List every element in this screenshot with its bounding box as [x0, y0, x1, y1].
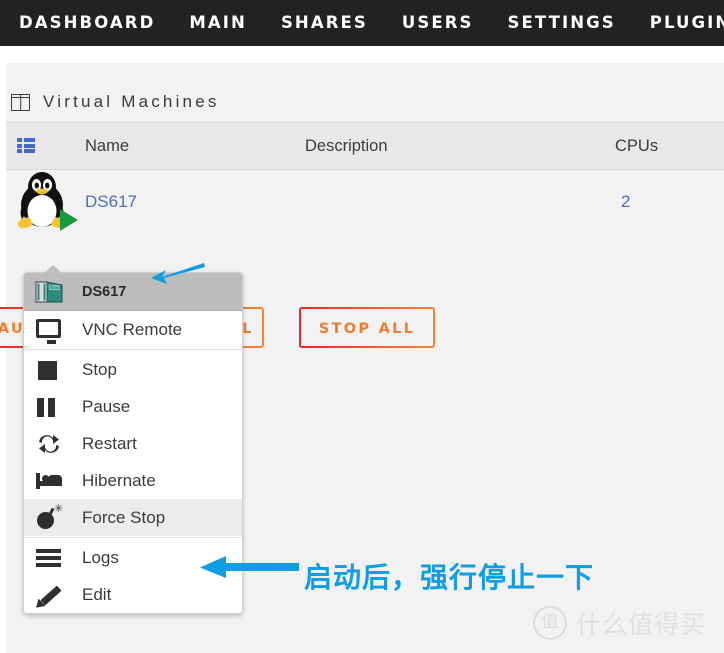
page-title-text: Virtual Machines	[43, 92, 220, 111]
menu-item-hibernate[interactable]: Hibernate	[24, 462, 242, 499]
vm-cpus-value[interactable]: 2	[621, 192, 630, 212]
bed-icon	[32, 468, 68, 494]
menu-separator	[24, 537, 242, 538]
list-view-icon[interactable]	[17, 138, 35, 153]
column-header-cpus[interactable]: CPUs	[615, 123, 658, 169]
column-header-description[interactable]: Description	[305, 123, 388, 169]
arrow-left-icon	[146, 261, 206, 296]
menu-item-label: Restart	[82, 433, 137, 453]
context-menu-header: libvirt DS617	[24, 273, 242, 311]
table-row[interactable]: DS617 2	[6, 169, 724, 237]
menu-item-force-stop[interactable]: ✳ Force Stop	[24, 499, 242, 536]
menu-item-restart[interactable]: Restart	[24, 425, 242, 462]
page-body: Virtual Machines Name Description CPUs D…	[0, 46, 724, 653]
vm-panel: Virtual Machines Name Description CPUs D…	[0, 63, 724, 653]
top-navigation-bar: DASHBOARD MAIN SHARES USERS SETTINGS PLU…	[0, 0, 724, 46]
arrow-left-icon	[196, 553, 301, 588]
column-header-name[interactable]: Name	[85, 123, 129, 169]
svg-text:libvirt: libvirt	[50, 285, 62, 290]
menu-item-pause[interactable]: Pause	[24, 388, 242, 425]
watermark-text: 什么值得买	[575, 610, 706, 639]
panel-icon	[11, 93, 30, 111]
nav-item-dashboard[interactable]: DASHBOARD	[2, 0, 172, 46]
menu-item-label: Hibernate	[82, 470, 156, 490]
menu-item-stop[interactable]: Stop	[24, 351, 242, 388]
menu-separator	[24, 349, 242, 350]
stop-all-button[interactable]: STOP ALL	[299, 307, 435, 348]
menu-item-label: Pause	[82, 396, 131, 416]
nav-item-main[interactable]: MAIN	[172, 0, 264, 46]
stop-square-icon	[32, 357, 68, 383]
watermark: 值 什么值得买	[532, 605, 706, 641]
bomb-icon: ✳	[32, 503, 68, 531]
nav-item-settings[interactable]: SETTINGS	[491, 0, 633, 46]
menu-item-vnc-remote[interactable]: VNC Remote	[24, 311, 242, 348]
menu-item-label: Stop	[82, 359, 117, 379]
menu-item-label: VNC Remote	[82, 319, 183, 339]
pause-bars-icon	[32, 394, 68, 420]
restart-circular-arrows-icon	[32, 431, 68, 457]
nav-item-plugins[interactable]: PLUGINS	[633, 0, 724, 46]
context-menu-caret	[44, 265, 62, 273]
context-menu-header-label: DS617	[82, 283, 127, 300]
menu-item-label: Logs	[82, 547, 119, 567]
pencil-icon	[32, 582, 68, 611]
play-triangle-icon	[60, 209, 78, 231]
lines-icon	[32, 545, 68, 571]
nav-item-shares[interactable]: SHARES	[264, 0, 385, 46]
page-title: Virtual Machines	[11, 82, 220, 122]
libvirt-book-icon: libvirt	[32, 279, 68, 305]
watermark-logo-icon: 值	[532, 606, 567, 640]
menu-item-label: Edit	[82, 584, 112, 604]
vm-name-link[interactable]: DS617	[85, 192, 137, 212]
monitor-icon	[32, 317, 68, 344]
table-header-row: Name Description CPUs	[6, 122, 724, 170]
nav-item-users[interactable]: USERS	[385, 0, 491, 46]
menu-item-label: Force Stop	[82, 507, 166, 527]
annotation-note: 启动后，强行停止一下	[304, 561, 595, 594]
